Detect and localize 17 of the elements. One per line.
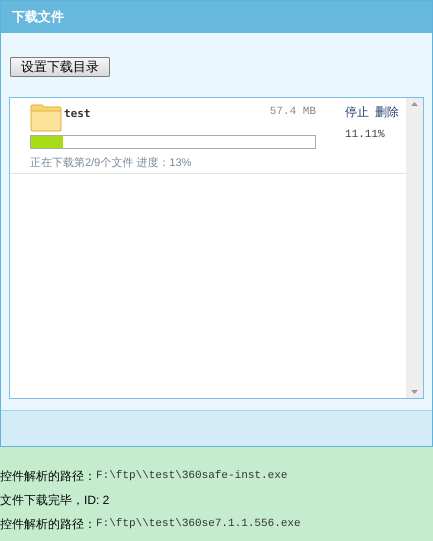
panel-title: 下载文件 [12, 8, 64, 26]
download-status: 正在下载第2/9个文件 进度：13% [30, 156, 192, 171]
file-size: 57.4 MB [270, 105, 316, 120]
log-path: F:\ftp\\test\360safe-inst.exe [96, 468, 288, 484]
log-label: 控件解析的路径： [0, 516, 96, 533]
action-link[interactable]: 停止 [345, 103, 369, 121]
folder-icon [30, 103, 62, 132]
log-label: 文件下载完毕，ID: 2 [0, 492, 110, 509]
scroll-up-icon[interactable] [411, 102, 418, 106]
log-path: F:\ftp\\test\360se7.1.1.556.exe [96, 516, 301, 532]
action-link[interactable]: 删除 [375, 103, 399, 121]
log-label: 控件解析的路径： [0, 468, 96, 485]
scroll-down-icon[interactable] [411, 390, 418, 394]
percent-text: 11.11% [345, 128, 386, 143]
file-name: test [64, 106, 90, 122]
scrollbar[interactable] [406, 98, 423, 398]
set-directory-button[interactable]: 设置下载目录 [10, 56, 110, 76]
